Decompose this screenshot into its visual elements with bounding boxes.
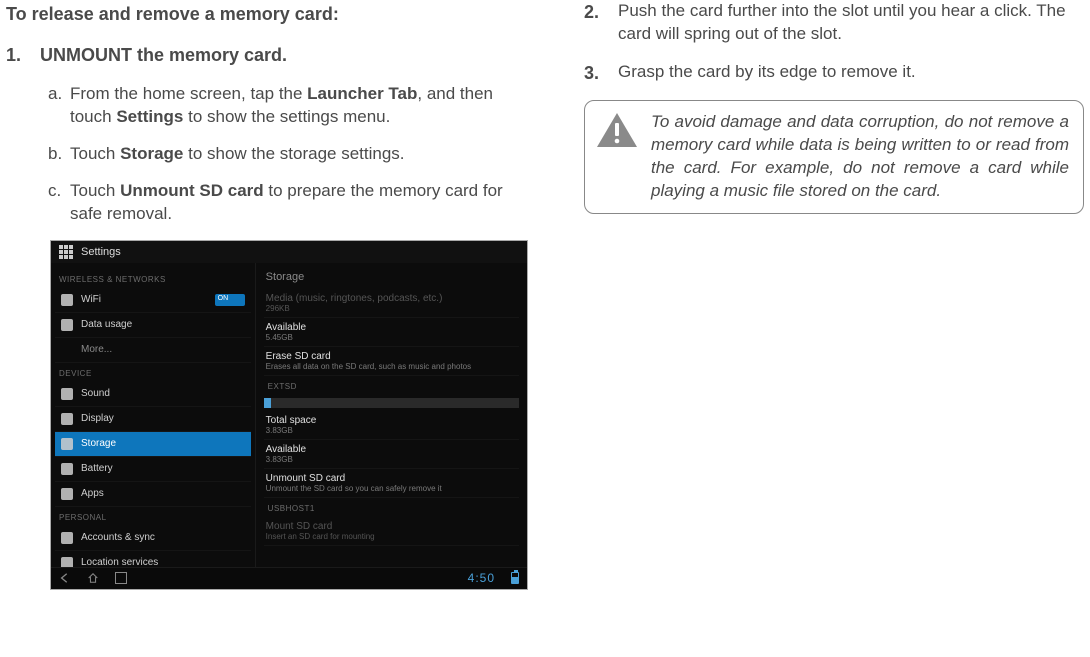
storage-available[interactable]: Available 5.45GB	[264, 318, 519, 347]
storage-media[interactable]: Media (music, ringtones, podcasts, etc.)…	[264, 289, 519, 318]
caution-text: To avoid damage and data corruption, do …	[651, 111, 1069, 203]
step-number: 2.	[584, 0, 618, 46]
sidebar-item-wifi[interactable]: WiFi	[55, 288, 251, 313]
extsd-usage-bar	[264, 398, 519, 408]
home-icon[interactable]	[87, 572, 99, 584]
blank-icon	[61, 344, 73, 356]
battery-icon	[61, 463, 73, 475]
main-heading: Storage	[264, 267, 519, 289]
data-usage-icon	[61, 319, 73, 331]
recent-icon[interactable]	[115, 572, 127, 584]
display-icon	[61, 413, 73, 425]
launcher-icon	[59, 245, 73, 259]
sidebar-item-battery[interactable]: Battery	[55, 457, 251, 482]
substep-c: c. Touch Unmount SD card to prepare the …	[48, 180, 534, 226]
sync-icon	[61, 532, 73, 544]
step-3: 3. Grasp the card by its edge to remove …	[584, 61, 1084, 85]
step-number: 3.	[584, 61, 618, 85]
sidebar-item-display[interactable]: Display	[55, 407, 251, 432]
storage-icon	[61, 438, 73, 450]
erase-sd-card[interactable]: Erase SD card Erases all data on the SD …	[264, 347, 519, 376]
apps-icon	[61, 488, 73, 500]
wifi-toggle[interactable]	[215, 294, 245, 306]
sidebar-item-storage[interactable]: Storage	[55, 432, 251, 457]
sub-body: From the home screen, tap the Launcher T…	[70, 83, 534, 129]
section-label: PERSONAL	[55, 507, 251, 526]
settings-main: Storage Media (music, ringtones, podcast…	[256, 263, 527, 567]
sub-letter: c.	[48, 180, 70, 226]
sidebar-item-data-usage[interactable]: Data usage	[55, 313, 251, 338]
back-icon[interactable]	[59, 572, 71, 584]
section-label: USBHOST1	[264, 498, 519, 517]
sub-body: Touch Unmount SD card to prepare the mem…	[70, 180, 534, 226]
sidebar-item-apps[interactable]: Apps	[55, 482, 251, 507]
battery-icon	[511, 572, 519, 584]
sidebar-item-sound[interactable]: Sound	[55, 382, 251, 407]
window-title: Settings	[81, 246, 121, 258]
step-2: 2. Push the card further into the slot u…	[584, 0, 1084, 46]
step-1: 1. UNMOUNT the memory card.	[6, 43, 534, 67]
sidebar-item-accounts[interactable]: Accounts & sync	[55, 526, 251, 551]
clock: 4:50	[468, 571, 495, 585]
substep-a: a. From the home screen, tap the Launche…	[48, 83, 534, 129]
unmount-sd-card[interactable]: Unmount SD card Unmount the SD card so y…	[264, 469, 519, 498]
substep-b: b. Touch Storage to show the storage set…	[48, 143, 534, 166]
settings-sidebar: WIRELESS & NETWORKS WiFi Data usage More…	[51, 263, 256, 567]
step-text: Push the card further into the slot unti…	[618, 0, 1084, 46]
settings-screenshot: Settings WIRELESS & NETWORKS WiFi Data u…	[50, 240, 528, 590]
section-label: WIRELESS & NETWORKS	[55, 269, 251, 288]
step-text: Grasp the card by its edge to remove it.	[618, 61, 1084, 85]
sub-body: Touch Storage to show the storage settin…	[70, 143, 534, 166]
section-label: EXTSD	[264, 376, 519, 395]
caution-box: To avoid damage and data corruption, do …	[584, 100, 1084, 214]
sub-letter: a.	[48, 83, 70, 129]
step-number: 1.	[6, 43, 40, 67]
step-text: UNMOUNT the memory card.	[40, 43, 534, 67]
section-title: To release and remove a memory card:	[6, 4, 534, 25]
extsd-available[interactable]: Available 3.83GB	[264, 440, 519, 469]
wifi-icon	[61, 294, 73, 306]
sub-letter: b.	[48, 143, 70, 166]
warning-icon	[595, 111, 639, 151]
mount-sd-card: Mount SD card Insert an SD card for moun…	[264, 517, 519, 546]
sidebar-item-more[interactable]: More...	[55, 338, 251, 363]
extsd-total[interactable]: Total space 3.83GB	[264, 411, 519, 440]
sound-icon	[61, 388, 73, 400]
system-nav-bar: 4:50	[51, 567, 527, 589]
section-label: DEVICE	[55, 363, 251, 382]
